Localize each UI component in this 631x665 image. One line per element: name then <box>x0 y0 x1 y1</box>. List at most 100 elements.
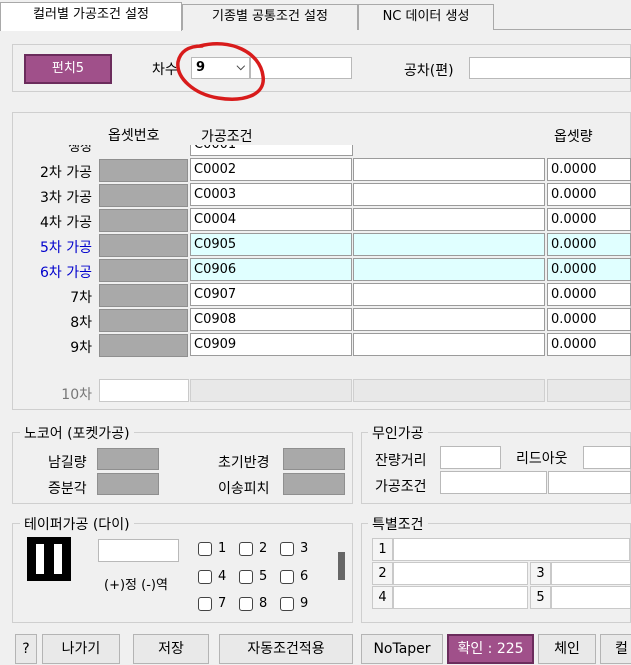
nam-gil-ryang-field[interactable] <box>97 448 159 470</box>
lead-out-field[interactable] <box>583 446 631 469</box>
row-offset-amount[interactable]: 0.0000 <box>547 308 631 331</box>
taper-title: 테이퍼가공 (다이) <box>20 514 134 534</box>
gongcha-input[interactable] <box>469 57 631 79</box>
help-button[interactable]: ? <box>15 634 37 664</box>
chogi-ban-gyeong-field[interactable] <box>283 448 345 470</box>
taper-checkbox[interactable] <box>280 542 294 556</box>
row-offset-no[interactable] <box>99 184 188 207</box>
taper-check-label: 6 <box>300 569 309 584</box>
row10-label: 10차 <box>61 387 92 403</box>
header-offset-amount: 옵셋량 <box>554 129 593 145</box>
i-song-pichi-label: 이송피치 <box>218 481 270 497</box>
row-blank-cell[interactable] <box>353 283 545 306</box>
row-offset-amount[interactable]: 0.0000 <box>547 283 631 306</box>
row-condition-code[interactable]: C0002 <box>190 158 352 181</box>
unmanned-title: 무인가공 <box>368 423 428 443</box>
taper-checkbox[interactable] <box>239 542 253 556</box>
row-offset-amount[interactable]: 0.0000 <box>547 158 631 181</box>
row-blank-cell[interactable] <box>353 258 545 281</box>
unmanned-condition-extra-field[interactable] <box>548 471 631 494</box>
row-offset-amount[interactable]: 0.0000 <box>547 208 631 231</box>
row-condition-code[interactable]: C0909 <box>190 333 352 356</box>
special-cell-input[interactable] <box>393 538 630 561</box>
jan-ryang-geori-label: 잔량거리 <box>375 453 427 469</box>
special-cell-input[interactable] <box>393 562 528 585</box>
row10-blank <box>353 379 545 402</box>
i-song-pichi-field[interactable] <box>283 473 345 495</box>
row-label: 2차 가공 <box>40 165 92 181</box>
partial-row-label: 생성 <box>68 145 92 155</box>
special-cell-input[interactable] <box>393 586 528 609</box>
tab-color-conditions[interactable]: 컬러별 가공조건 설정 <box>0 2 182 31</box>
row-offset-amount[interactable]: 0.0000 <box>547 258 631 281</box>
taper-value-field[interactable] <box>98 539 179 562</box>
taper-check-label: 9 <box>300 596 309 611</box>
row-blank-cell[interactable] <box>353 308 545 331</box>
tab-nc-data[interactable]: NC 데이터 생성 <box>358 4 494 30</box>
jeung-bun-gak-field[interactable] <box>97 473 159 495</box>
row10-offset[interactable] <box>99 379 189 402</box>
taper-checkbox[interactable] <box>280 597 294 611</box>
special-cell-number: 4 <box>372 586 393 609</box>
row-label: 9차 <box>70 340 92 356</box>
save-button[interactable]: 저장 <box>133 634 209 664</box>
special-cell-number: 3 <box>530 562 551 585</box>
row-offset-amount[interactable]: 0.0000 <box>547 233 631 256</box>
confirm-button[interactable]: 확인 : 225 <box>447 634 534 664</box>
row-offset-no[interactable] <box>99 309 188 332</box>
taper-checkbox[interactable] <box>239 597 253 611</box>
row-blank-cell[interactable] <box>353 333 545 356</box>
row-offset-no[interactable] <box>99 159 188 182</box>
auto-apply-button[interactable]: 자동조건적용 <box>219 634 353 664</box>
jan-ryang-geori-field[interactable] <box>440 446 501 469</box>
tab-common-conditions[interactable]: 기종별 공통조건 설정 <box>182 4 358 30</box>
row-condition-code[interactable]: C0003 <box>190 183 352 206</box>
taper-check-label: 4 <box>218 569 227 584</box>
punch-button[interactable]: 펀치5 <box>24 54 112 84</box>
taper-checkbox[interactable] <box>198 542 212 556</box>
color-button[interactable]: 컬 <box>600 634 631 664</box>
header-condition: 가공조건 <box>201 129 253 145</box>
row-offset-amount[interactable]: 0.0000 <box>547 333 631 356</box>
row-offset-no[interactable] <box>99 209 188 232</box>
taper-checkbox[interactable] <box>198 570 212 584</box>
row-condition-code[interactable]: C0908 <box>190 308 352 331</box>
notaper-button[interactable]: NoTaper <box>361 634 443 664</box>
taper-check-label: 3 <box>300 541 309 556</box>
special-cell-input[interactable] <box>551 586 631 609</box>
row-label: 7차 <box>70 290 92 306</box>
nam-gil-ryang-label: 남길량 <box>48 455 87 471</box>
row-label: 5차 가공 <box>40 240 92 256</box>
row10-condition <box>190 379 352 402</box>
exit-button[interactable]: 나가기 <box>42 634 120 664</box>
row-condition-code[interactable]: C0907 <box>190 283 352 306</box>
row-offset-no[interactable] <box>99 284 188 307</box>
row-offset-no[interactable] <box>99 334 188 357</box>
row-condition-code[interactable]: C0905 <box>190 233 352 256</box>
row-condition-code[interactable]: C0906 <box>190 258 352 281</box>
taper-checkbox[interactable] <box>239 570 253 584</box>
row-blank-cell[interactable] <box>353 158 545 181</box>
row-offset-no[interactable] <box>99 259 188 282</box>
jeung-bun-gak-label: 증분각 <box>48 481 87 497</box>
taper-checkbox[interactable] <box>280 570 294 584</box>
nocore-title: 노코어 (포켓가공) <box>20 423 134 443</box>
row-condition-code[interactable]: C0004 <box>190 208 352 231</box>
chain-button[interactable]: 체인 <box>538 634 596 664</box>
row-offset-amount[interactable]: 0.0000 <box>547 183 631 206</box>
taper-check-label: 8 <box>259 596 268 611</box>
row-blank-cell[interactable] <box>353 208 545 231</box>
special-cell-input[interactable] <box>551 562 631 585</box>
header-offset-no: 옵셋번호 <box>108 128 160 144</box>
taper-checkbox[interactable] <box>198 597 212 611</box>
row-label: 8차 <box>70 315 92 331</box>
row-blank-cell[interactable] <box>353 183 545 206</box>
partial-row-code[interactable]: C0001 <box>190 145 353 156</box>
lead-out-label: 리드아웃 <box>516 451 568 467</box>
unmanned-condition-field[interactable] <box>440 471 547 494</box>
taper-check-label: 5 <box>259 569 268 584</box>
gagong-jogeon-label: 가공조건 <box>375 479 427 495</box>
taper-scrollbar[interactable] <box>338 552 345 580</box>
row-offset-no[interactable] <box>99 234 188 257</box>
row-blank-cell[interactable] <box>353 233 545 256</box>
